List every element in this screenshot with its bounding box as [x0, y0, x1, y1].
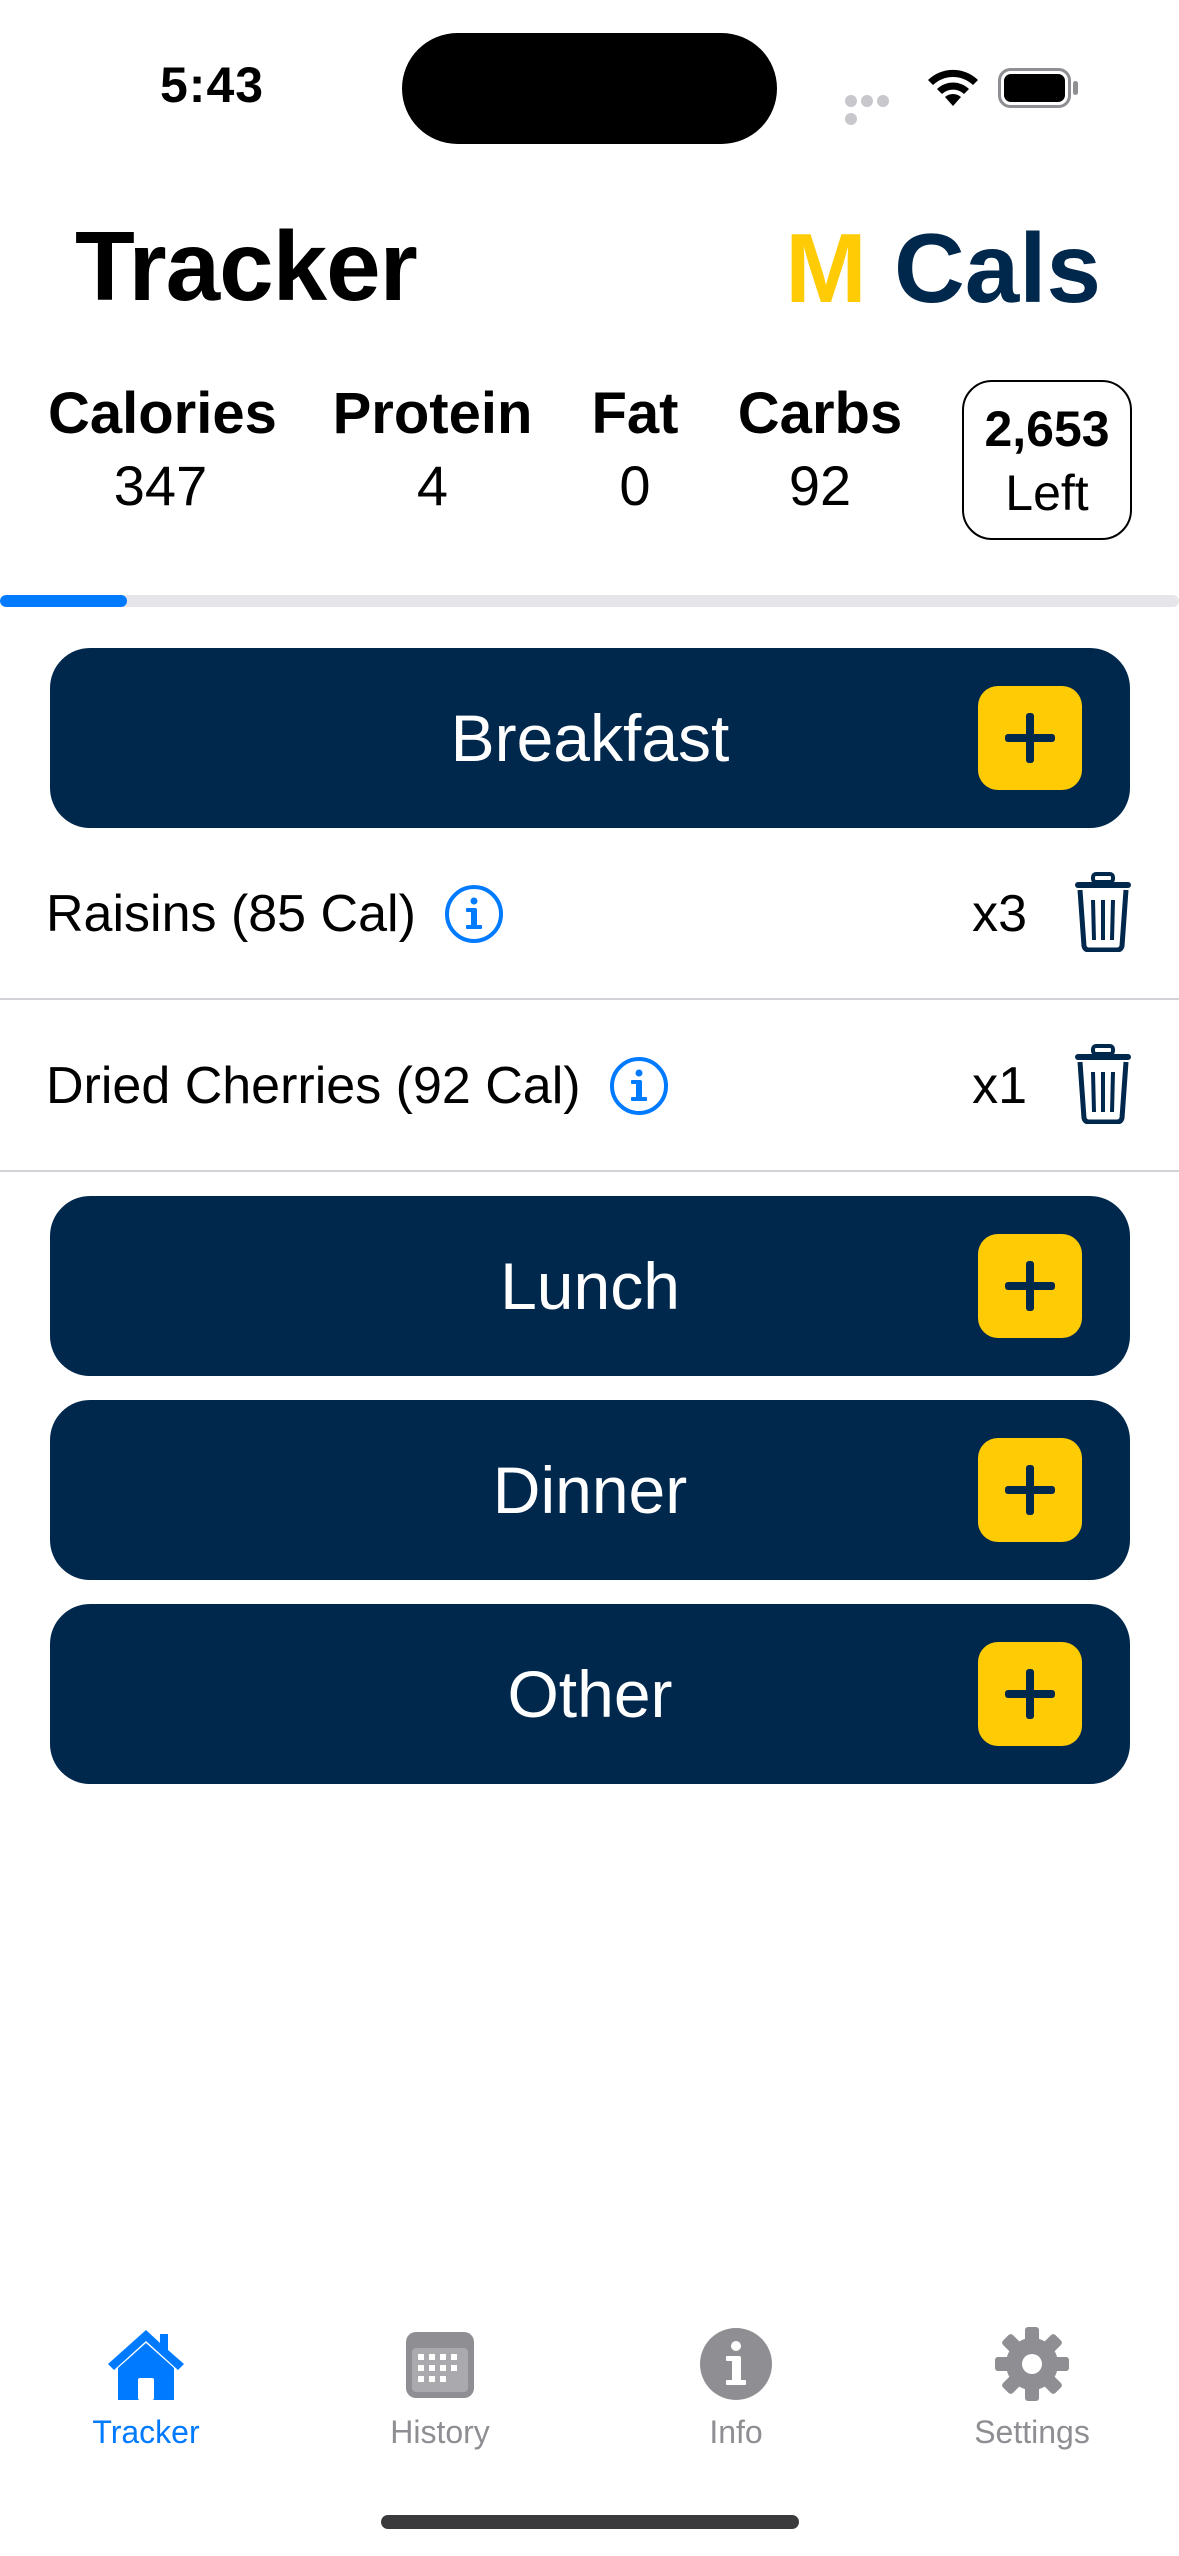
macro-carbs-value: 92: [788, 454, 852, 517]
brand-logo-cals: Cals: [893, 213, 1101, 323]
food-quantity: x3: [972, 885, 1027, 943]
macro-calories: Calories 347: [48, 380, 277, 518]
tracker-screen: 5:43 Tracker M Cals Calories 347 Protein…: [0, 0, 1179, 2556]
tab-tracker-label: Tracker: [92, 2414, 200, 2450]
trash-icon[interactable]: [1071, 872, 1135, 952]
add-dinner-button[interactable]: [978, 1438, 1082, 1542]
plus-icon: [1005, 1261, 1055, 1311]
calories-remaining-label: Left: [1005, 465, 1089, 521]
macro-carbs: Carbs 92: [730, 380, 910, 518]
add-other-button[interactable]: [978, 1642, 1082, 1746]
calories-remaining-badge: 2,653 Left: [962, 380, 1132, 540]
home-indicator: [381, 2515, 799, 2529]
macro-calories-label: Calories: [48, 381, 277, 446]
macro-protein: Protein 4: [330, 380, 535, 518]
meal-lunch-header[interactable]: Lunch: [50, 1196, 1130, 1376]
food-name: Dried Cherries (92 Cal): [46, 1057, 581, 1115]
brand-logo-m: M: [785, 213, 867, 323]
meal-other-label: Other: [507, 1657, 673, 1731]
house-icon: [108, 2330, 184, 2400]
macro-fat-value: 0: [619, 454, 651, 517]
gear-icon: [995, 2327, 1069, 2401]
plus-icon: [1005, 1465, 1055, 1515]
meal-lunch-label: Lunch: [500, 1249, 680, 1323]
cellular-signal-icon: [845, 94, 905, 125]
tab-history[interactable]: History: [320, 2300, 560, 2451]
calorie-progress-bar: [0, 595, 1179, 607]
add-lunch-button[interactable]: [978, 1234, 1082, 1338]
tab-settings-label: Settings: [974, 2414, 1090, 2450]
food-row: Raisins (85 Cal) x3: [0, 828, 1179, 1000]
macro-fat-label: Fat: [591, 381, 679, 446]
meal-dinner-header[interactable]: Dinner: [50, 1400, 1130, 1580]
meal-breakfast-header[interactable]: Breakfast: [50, 648, 1130, 828]
add-breakfast-button[interactable]: [978, 686, 1082, 790]
tab-bar: Tracker History Info Settings: [0, 2300, 1179, 2500]
dynamic-island: [402, 33, 777, 144]
plus-icon: [1005, 713, 1055, 763]
trash-icon[interactable]: [1071, 1044, 1135, 1124]
macro-protein-value: 4: [416, 454, 449, 517]
status-bar: 5:43: [0, 0, 1179, 160]
info-icon[interactable]: [444, 884, 504, 944]
macro-carbs-label: Carbs: [737, 381, 903, 446]
status-time: 5:43: [160, 57, 265, 113]
food-name: Raisins (85 Cal): [46, 885, 416, 943]
meal-dinner-label: Dinner: [492, 1453, 688, 1527]
tab-tracker[interactable]: Tracker: [26, 2300, 266, 2451]
battery-icon: [998, 68, 1078, 108]
tab-info[interactable]: Info: [616, 2300, 856, 2451]
info-icon: [700, 2328, 772, 2400]
food-row: Dried Cherries (92 Cal) x1: [0, 1000, 1179, 1172]
page-title: Tracker: [75, 211, 418, 321]
brand-logo: M Cals: [785, 212, 1101, 325]
calendar-icon: [406, 2332, 474, 2398]
plus-icon: [1005, 1669, 1055, 1719]
wifi-icon: [928, 69, 978, 106]
calorie-progress-fill: [0, 595, 128, 607]
tab-settings[interactable]: Settings: [912, 2300, 1152, 2451]
meal-other-header[interactable]: Other: [50, 1604, 1130, 1784]
macro-fat: Fat 0: [580, 380, 690, 518]
tab-history-label: History: [390, 2414, 490, 2450]
meal-breakfast-label: Breakfast: [450, 701, 730, 775]
tab-info-label: Info: [709, 2414, 763, 2450]
info-icon[interactable]: [609, 1056, 669, 1116]
calories-remaining-value: 2,653: [984, 401, 1110, 457]
macro-calories-value: 347: [113, 454, 208, 517]
food-quantity: x1: [972, 1057, 1027, 1115]
macro-protein-label: Protein: [332, 381, 533, 446]
